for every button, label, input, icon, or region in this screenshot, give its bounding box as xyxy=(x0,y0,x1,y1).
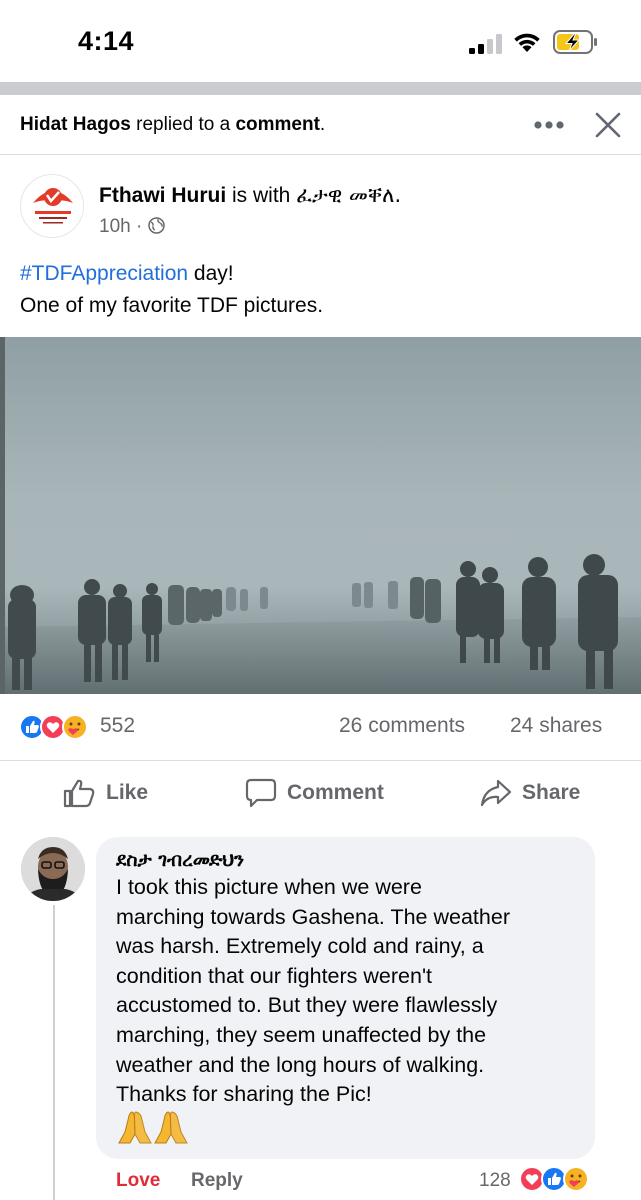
comment-line: Thanks for sharing the Pic! xyxy=(116,1082,372,1107)
post-author-name[interactable]: Fthawi Hurui xyxy=(99,184,226,207)
post-photo[interactable] xyxy=(0,337,641,694)
reaction-count[interactable]: 552 xyxy=(100,714,135,738)
comment-reaction-icons[interactable] xyxy=(519,1165,605,1193)
reaction-icons[interactable] xyxy=(19,713,101,741)
notification-text: Hidat Hagos replied to a comment. xyxy=(20,114,325,136)
notification-actor[interactable]: Hidat Hagos xyxy=(20,114,131,135)
like-button[interactable]: Like xyxy=(62,777,148,809)
globe-icon xyxy=(147,217,165,234)
like-icon xyxy=(541,1166,567,1192)
organization-logo xyxy=(22,176,83,237)
care-icon xyxy=(563,1166,589,1192)
post-text: #TDFAppreciation day! One of my favorite… xyxy=(20,258,323,322)
love-icon xyxy=(40,714,66,740)
share-button[interactable]: Share xyxy=(480,777,580,809)
thread-line xyxy=(53,905,55,1200)
comment-text: I took this picture when we were marchin… xyxy=(116,873,586,1110)
cellular-signal-icon xyxy=(469,34,502,54)
comment-line: condition that our fighters weren't xyxy=(116,963,433,988)
comment-button[interactable]: Comment xyxy=(245,777,384,809)
post-with-text: is with xyxy=(226,184,297,207)
comment-label: Comment xyxy=(287,781,384,804)
love-icon xyxy=(519,1166,545,1192)
post-tagged-name[interactable]: ፈታዊ መቐለ. xyxy=(296,183,401,207)
wifi-icon xyxy=(514,33,540,52)
status-time: 4:14 xyxy=(78,26,135,56)
care-icon xyxy=(62,714,88,740)
post-meta: 10h · xyxy=(99,216,165,238)
comment-reaction-count[interactable]: 128 xyxy=(479,1170,511,1192)
reply-button[interactable]: Reply xyxy=(191,1170,243,1192)
comment-line: weather and the long hours of walking. xyxy=(116,1052,485,1077)
hashtag-link[interactable]: #TDFAppreciation xyxy=(20,262,188,285)
commenter-photo xyxy=(21,837,85,901)
notification-object[interactable]: comment xyxy=(235,114,319,135)
page-avatar[interactable] xyxy=(20,174,84,238)
close-icon[interactable] xyxy=(595,112,621,138)
comment-line: marching towards Gashena. The weather xyxy=(116,904,510,929)
love-reaction-button[interactable]: Love xyxy=(116,1170,160,1192)
status-bar: 4:14 xyxy=(0,0,641,82)
post-author-line: Fthawi Hurui is with ፈታዊ መቐለ. xyxy=(99,183,401,208)
comment-emoji-row: 🙏🙏 xyxy=(116,1110,190,1144)
shares-count[interactable]: 24 shares xyxy=(510,714,602,738)
notification-action: replied to a xyxy=(130,114,236,135)
comment-line: was harsh. Extremely cold and rainy, a xyxy=(116,934,484,959)
notification-period: . xyxy=(319,114,326,135)
foggy-road-marching-photo xyxy=(0,337,641,694)
comment-line: I took this picture when we were xyxy=(116,875,422,899)
battery-charging-icon xyxy=(553,30,597,54)
section-divider xyxy=(0,82,641,95)
more-options-icon[interactable] xyxy=(533,120,565,130)
praying-hands-icon xyxy=(118,1111,188,1144)
comment-bubble-icon xyxy=(245,778,277,808)
commenter-name[interactable]: ደስታ ገብረመድህን xyxy=(116,849,244,871)
post-text-line-1: #TDFAppreciation day! xyxy=(20,258,323,290)
like-label: Like xyxy=(106,781,149,804)
meta-separator: · xyxy=(130,216,148,237)
commenter-avatar[interactable] xyxy=(21,837,85,901)
share-arrow-icon xyxy=(480,779,512,807)
share-label: Share xyxy=(522,781,581,804)
thumbs-up-icon xyxy=(63,779,95,808)
post-time[interactable]: 10h xyxy=(99,216,131,237)
comment-line: accustomed to. But they were flawlessly xyxy=(116,993,498,1018)
comment-line: marching, they seem unaffected by the xyxy=(116,1022,487,1047)
post-text-line-2: One of my favorite TDF pictures. xyxy=(20,294,324,317)
post-text-rest: day! xyxy=(188,262,234,285)
comments-count[interactable]: 26 comments xyxy=(339,714,465,738)
